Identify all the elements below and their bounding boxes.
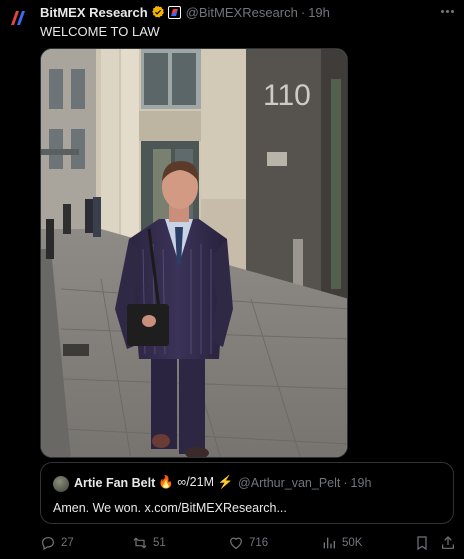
reply-icon [42, 537, 54, 551]
repost-button[interactable]: 51 [132, 533, 166, 553]
more-icon[interactable] [438, 4, 456, 18]
quoted-tweet[interactable]: Artie Fan Belt 🔥 ∞/21M ⚡ @Arthur_van_Pel… [40, 462, 454, 524]
share-button[interactable] [440, 533, 456, 553]
like-count: 716 [249, 537, 269, 549]
quote-name-emoji: 🔥 ∞/21M ⚡ [158, 475, 234, 489]
separator: · [300, 4, 306, 20]
bookmark-button[interactable] [414, 533, 430, 553]
action-bar: 27 51 716 50K [40, 533, 456, 553]
quote-text: Amen. We won. x.com/BitMEXResearch... [53, 501, 287, 515]
quote-header: Artie Fan Belt 🔥 ∞/21M ⚡ @Arthur_van_Pel… [74, 475, 371, 490]
affiliate-badge-icon [167, 5, 181, 19]
quote-avatar[interactable] [53, 476, 69, 492]
reply-count: 27 [61, 537, 74, 549]
bookmark-icon [417, 536, 427, 551]
heart-icon [230, 537, 242, 550]
repost-icon [133, 537, 147, 549]
quote-separator: · [343, 475, 348, 490]
photo-scene: 110 [41, 49, 347, 457]
author-handle[interactable]: @BitMEXResearch [186, 5, 298, 20]
tweet-header: BitMEX Research @BitMEXResearch · 19h [40, 3, 330, 21]
share-icon [442, 536, 454, 549]
author-name[interactable]: BitMEX Research [40, 5, 148, 20]
timestamp[interactable]: 19h [308, 5, 330, 20]
like-button[interactable]: 716 [228, 533, 268, 553]
building-number: 110 [263, 79, 311, 112]
repost-count: 51 [153, 537, 166, 549]
reply-button[interactable]: 27 [40, 533, 74, 553]
views-button[interactable]: 50K [321, 533, 362, 553]
views-icon [323, 537, 335, 549]
bitmex-logo-icon[interactable] [8, 8, 28, 28]
tweet-photo[interactable]: 110 [40, 48, 348, 458]
quote-author-name: Artie Fan Belt [74, 475, 156, 490]
tweet[interactable]: BitMEX Research @BitMEXResearch · 19h WE… [0, 0, 464, 559]
verified-badge-icon [151, 5, 164, 18]
tweet-text: WELCOME TO LAW [40, 24, 160, 39]
quote-timestamp: 19h [350, 475, 372, 490]
view-count: 50K [342, 537, 363, 549]
quote-author-handle: @Arthur_van_Pelt [238, 475, 341, 490]
